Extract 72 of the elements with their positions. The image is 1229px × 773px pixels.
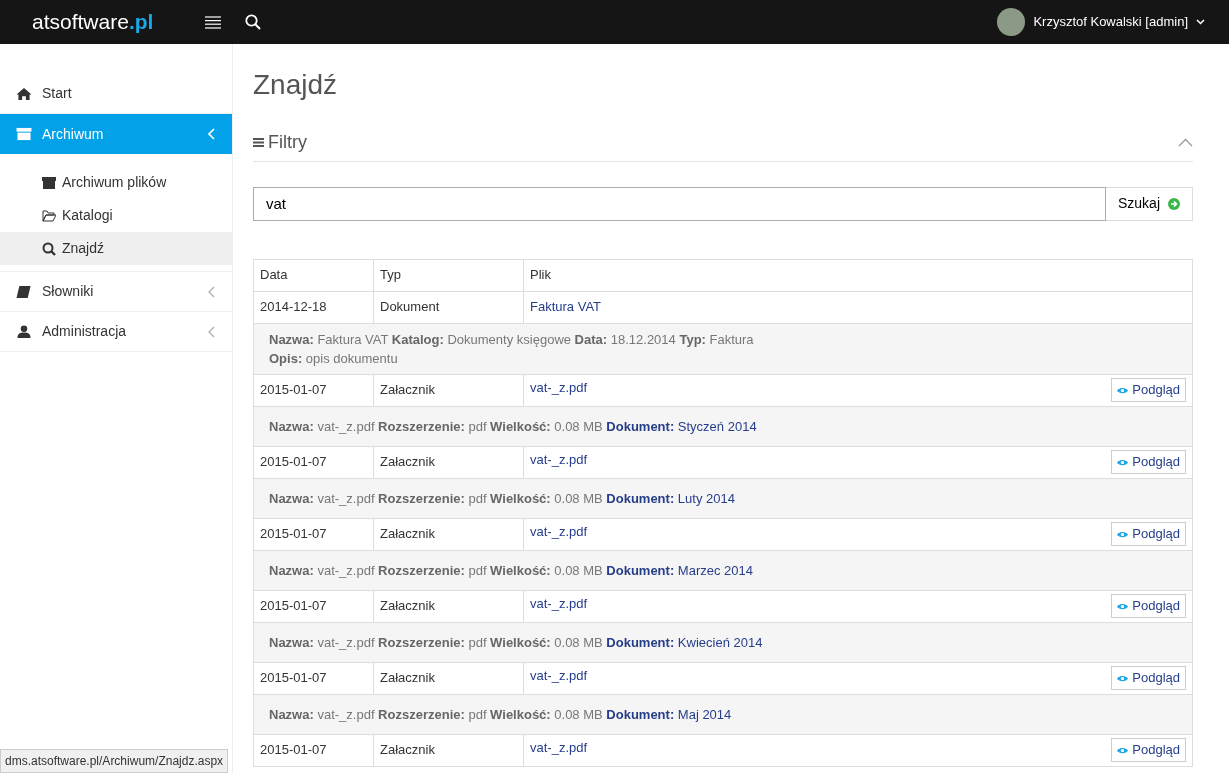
archive-box-icon xyxy=(42,175,56,190)
eye-icon xyxy=(1117,458,1129,466)
arrow-right-icon xyxy=(1168,197,1180,210)
eye-icon xyxy=(1117,530,1129,538)
file-link[interactable]: Faktura VAT xyxy=(530,297,602,317)
sidebar-item[interactable]: Administracja xyxy=(0,312,232,352)
table-cell: Załacznik xyxy=(373,374,524,407)
menu-icon xyxy=(253,137,264,147)
table-cell: Załacznik xyxy=(373,518,524,551)
table-cell: 2015-01-07 xyxy=(253,374,374,407)
table-cell: Załacznik xyxy=(373,662,524,695)
preview-button[interactable]: Podgląd xyxy=(1111,450,1186,474)
table-cell: Załacznik xyxy=(373,446,524,479)
page-title: Znajdź xyxy=(253,68,339,102)
search-field[interactable]: vat xyxy=(253,186,1106,221)
table-cell: 2015-01-07 xyxy=(253,734,374,767)
file-link[interactable]: vat-_z.pdf xyxy=(530,522,588,542)
search-button[interactable]: Szukaj xyxy=(1105,186,1193,221)
file-link[interactable]: vat-_z.pdf xyxy=(530,666,588,686)
user-icon xyxy=(16,324,32,339)
book-icon xyxy=(16,284,32,299)
detail-text: Nazwa: vat-_z.pdf Rozszerzenie: pdf Wielkość: 0.08 MB Dokument: Maj 2014 xyxy=(269,705,733,724)
sidebar-item[interactable]: Słowniki xyxy=(0,272,232,312)
table-cell: 2015-01-07 xyxy=(253,518,374,551)
eye-icon xyxy=(1117,602,1129,610)
chevron-icon xyxy=(208,128,216,140)
eye-icon xyxy=(1117,674,1129,682)
detail-text: Nazwa: Faktura VAT Katalog: Dokumenty księgowe Data: 18.12.2014 Typ: Faktura xyxy=(269,330,755,349)
preview-button[interactable]: Podgląd xyxy=(1111,522,1186,546)
detail-text: Nazwa: vat-_z.pdf Rozszerzenie: pdf Wielkość: 0.08 MB Dokument: Marzec 2014 xyxy=(269,561,754,580)
table-cell: Załacznik xyxy=(373,590,524,623)
column-header: Plik xyxy=(523,259,1193,292)
preview-button[interactable]: Podgląd xyxy=(1111,378,1186,402)
sidebar-subitem[interactable]: Znajdź xyxy=(0,232,232,265)
table-cell: 2015-01-07 xyxy=(253,590,374,623)
detail-text: Opis: opis dokumentu xyxy=(269,349,399,368)
status-bar: dms.atsoftware.pl/Archiwum/Znajdz.aspx xyxy=(0,749,229,773)
caret-icon[interactable] xyxy=(1196,19,1205,25)
avatar xyxy=(997,8,1026,36)
detail-text: Nazwa: vat-_z.pdf Rozszerzenie: pdf Wielkość: 0.08 MB Dokument: Luty 2014 xyxy=(269,489,736,508)
brand-logo[interactable]: atsoftware.pl xyxy=(0,6,205,38)
detail-text: Nazwa: vat-_z.pdf Rozszerzenie: pdf Wielkość: 0.08 MB Dokument: Styczeń 2014 xyxy=(269,417,758,436)
sidebar-subitem[interactable]: Katalogi xyxy=(0,199,232,232)
archive-box-icon xyxy=(16,127,32,141)
folder-icon xyxy=(42,208,56,223)
filters-title: Filtry xyxy=(268,130,307,154)
preview-button[interactable]: Podgląd xyxy=(1111,738,1186,762)
search-icon xyxy=(42,241,56,256)
column-header: Data xyxy=(253,259,374,292)
file-link[interactable]: vat-_z.pdf xyxy=(530,738,588,758)
table-cell: 2015-01-07 xyxy=(253,662,374,695)
file-link[interactable]: vat-_z.pdf xyxy=(530,594,588,614)
file-link[interactable]: vat-_z.pdf xyxy=(530,378,588,398)
table-cell: Załacznik xyxy=(373,734,524,767)
chevron-icon xyxy=(208,285,216,298)
search-icon[interactable] xyxy=(245,14,261,30)
eye-icon xyxy=(1117,386,1129,394)
file-link[interactable]: vat-_z.pdf xyxy=(530,450,588,470)
preview-button[interactable]: Podgląd xyxy=(1111,594,1186,618)
table-cell: 2015-01-07 xyxy=(253,446,374,479)
sidebar-subitem[interactable]: Archiwum plików xyxy=(0,166,232,199)
detail-text: Nazwa: vat-_z.pdf Rozszerzenie: pdf Wielkość: 0.08 MB Dokument: Kwiecień 2014 xyxy=(269,633,764,652)
table-cell: 2014-12-18 xyxy=(253,291,374,324)
table-cell: Dokument xyxy=(373,291,524,324)
chevron-icon xyxy=(208,325,216,338)
eye-icon xyxy=(1117,746,1129,754)
user-name[interactable]: Krzysztof Kowalski [admin] xyxy=(1033,12,1188,32)
menu-icon[interactable] xyxy=(205,15,221,29)
home-icon xyxy=(16,86,32,101)
preview-button[interactable]: Podgląd xyxy=(1111,666,1186,690)
column-header: Typ xyxy=(373,259,524,292)
chevron-icon[interactable] xyxy=(1178,138,1193,148)
